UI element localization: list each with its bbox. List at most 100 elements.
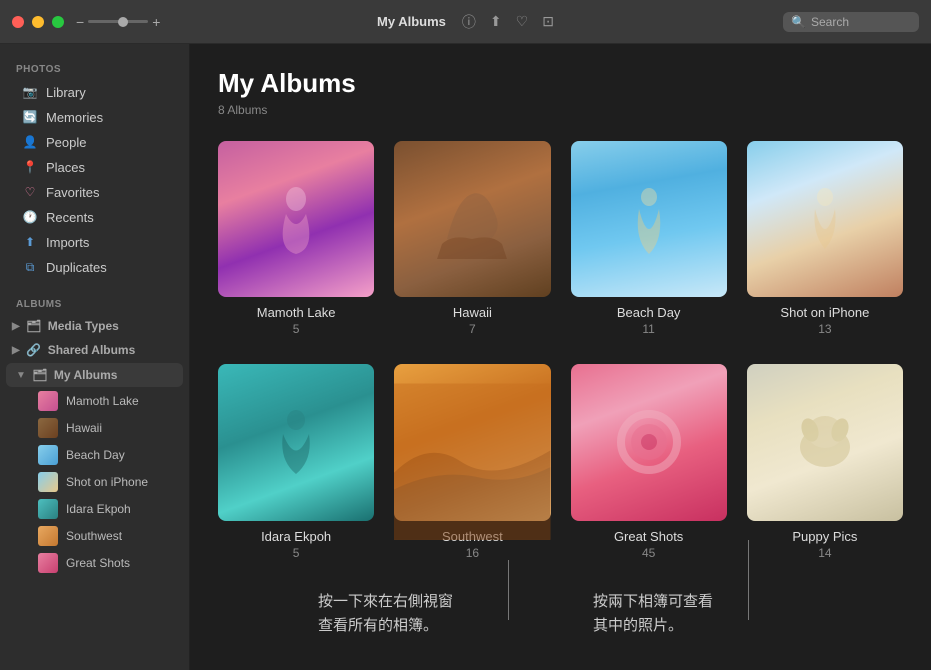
sidebar-sub-idara-ekpoh[interactable]: Idara Ekpoh [6,496,183,522]
mamoth-lake-count: 5 [218,322,374,336]
share-icon[interactable]: ⬆ [490,13,502,30]
album-southwest[interactable]: Southwest 16 [394,364,550,559]
places-icon: 📍 [22,159,38,175]
idara-ekpoh-thumbnail [38,499,58,519]
title-center: My Albums ⓘ ⬆ ♡ ⊡ [377,12,554,32]
title-bar: − + My Albums ⓘ ⬆ ♡ ⊡ 🔍 [0,0,931,44]
beach-day-thumbnail [38,445,58,465]
annotation-left-text: 按一下來在右側視窗查看所有的相簿。 [318,590,453,638]
album-great-shots[interactable]: Great Shots 45 [571,364,727,559]
favorites-icon: ♡ [22,184,38,200]
annotation-right: 按兩下相簿可查看其中的照片。 [593,590,713,638]
album-hawaii[interactable]: Hawaii 7 [394,141,550,336]
sidebar-sub-hawaii[interactable]: Hawaii [6,415,183,441]
window-title: My Albums [377,14,446,29]
album-puppy-pics[interactable]: Puppy Pics 14 [747,364,903,559]
album-count: 8 Albums [218,103,903,117]
hawaii-name: Hawaii [394,305,550,320]
shot-on-iphone-name: Shot on iPhone [747,305,903,320]
hawaii-image [394,141,550,297]
main-content: My Albums 8 Albums Mamoth Lake 5 [190,44,931,670]
album-idara-ekpoh[interactable]: Idara Ekpoh 5 [218,364,374,559]
sidebar-sub-great-shots[interactable]: Great Shots [6,550,183,576]
album-grid: Mamoth Lake 5 Hawaii 7 [218,141,903,560]
great-shots-cover [571,364,727,520]
sidebar-group-shared-albums[interactable]: ▶ 🔗 Shared Albums [0,338,189,362]
sidebar-item-label-recents: Recents [46,210,94,225]
my-albums-label: My Albums [54,368,118,382]
album-beach-day[interactable]: Beach Day 11 [571,141,727,336]
puppy-pics-name: Puppy Pics [747,529,903,544]
mamoth-lake-image [218,141,374,297]
photos-section-label: Photos [0,56,189,79]
annotation-left: 按一下來在右側視窗查看所有的相簿。 [318,590,453,638]
idara-ekpoh-count: 5 [218,546,374,560]
info-icon[interactable]: ⓘ [462,12,476,32]
sidebar-sub-beach-day[interactable]: Beach Day [6,442,183,468]
search-input[interactable] [811,15,911,29]
mamoth-lake-cover [218,141,374,297]
sidebar-item-label-places: Places [46,160,85,175]
sidebar-item-label-memories: Memories [46,110,103,125]
search-box[interactable]: 🔍 [783,12,919,32]
shot-on-iphone-count: 13 [747,322,903,336]
sidebar-item-recents[interactable]: 🕐 Recents [6,205,183,229]
shot-on-iphone-label: Shot on iPhone [66,475,148,489]
sidebar-item-label-imports: Imports [46,235,89,250]
sidebar-item-imports[interactable]: ⬆ Imports [6,230,183,254]
hawaii-cover [394,141,550,297]
hawaii-count: 7 [394,322,550,336]
media-types-label: Media Types [48,319,119,333]
sidebar-item-duplicates[interactable]: ⧉ Duplicates [6,255,183,279]
albums-section-label: Albums [0,291,189,314]
toolbar-icons: ⓘ ⬆ ♡ ⊡ [462,12,554,32]
chevron-right-icon-shared: ▶ [12,345,20,356]
fullscreen-button[interactable] [52,16,64,28]
zoom-plus-button[interactable]: + [152,14,160,30]
sidebar-item-library[interactable]: 📷 Library [6,80,183,104]
beach-day-name: Beach Day [571,305,727,320]
sidebar-group-my-albums[interactable]: ▼ 🗂 My Albums [6,363,183,387]
sidebar-item-label-duplicates: Duplicates [46,260,107,275]
sidebar-sub-southwest[interactable]: Southwest [6,523,183,549]
zoom-minus-button[interactable]: − [76,14,84,30]
sidebar-item-people[interactable]: 👤 People [6,130,183,154]
zoom-slider[interactable] [88,20,148,23]
great-shots-image [571,364,727,520]
sidebar-item-places[interactable]: 📍 Places [6,155,183,179]
sidebar-item-favorites[interactable]: ♡ Favorites [6,180,183,204]
puppy-pics-count: 14 [747,546,903,560]
app-body: Photos 📷 Library 🔄 Memories 👤 People 📍 P… [0,44,931,670]
recents-icon: 🕐 [22,209,38,225]
beach-day-count: 11 [571,322,727,336]
close-button[interactable] [12,16,24,28]
hawaii-thumbnail [38,418,58,438]
southwest-cover [394,364,550,520]
beach-day-cover [571,141,727,297]
sidebar-item-label-favorites: Favorites [46,185,99,200]
zoom-control: − + [76,14,160,30]
southwest-image [394,364,550,520]
library-icon: 📷 [22,84,38,100]
southwest-thumbnail [38,526,58,546]
minimize-button[interactable] [32,16,44,28]
sidebar-item-memories[interactable]: 🔄 Memories [6,105,183,129]
mamoth-lake-thumbnail [38,391,58,411]
puppy-pics-image [747,364,903,520]
annotation-area: 按一下來在右側視窗查看所有的相簿。 按兩下相簿可查看其中的照片。 [218,590,903,670]
crop-icon[interactable]: ⊡ [542,13,554,30]
sidebar-sub-shot-on-iphone[interactable]: Shot on iPhone [6,469,183,495]
idara-ekpoh-label: Idara Ekpoh [66,502,131,516]
beach-day-image [571,141,727,297]
idara-ekpoh-cover [218,364,374,520]
southwest-label: Southwest [66,529,122,543]
memories-icon: 🔄 [22,109,38,125]
sidebar-sub-mamoth-lake[interactable]: Mamoth Lake [6,388,183,414]
album-shot-on-iphone[interactable]: Shot on iPhone 13 [747,141,903,336]
sidebar-item-label-people: People [46,135,86,150]
album-mamoth-lake[interactable]: Mamoth Lake 5 [218,141,374,336]
sidebar-group-media-types[interactable]: ▶ 🗂 Media Types [0,314,189,338]
favorite-icon[interactable]: ♡ [516,13,529,30]
great-shots-thumbnail [38,553,58,573]
mamoth-lake-name: Mamoth Lake [218,305,374,320]
